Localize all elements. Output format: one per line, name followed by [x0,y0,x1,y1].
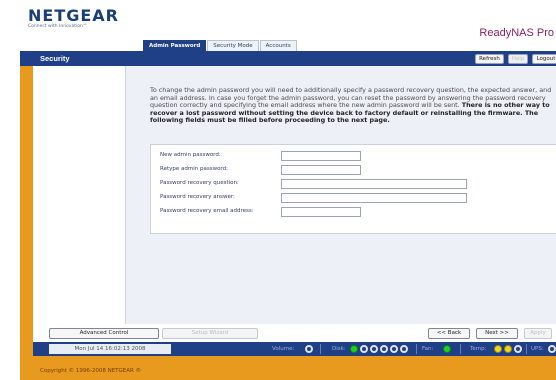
tab-admin-password[interactable]: Admin Password [143,40,207,51]
volume-status-icon[interactable] [305,345,313,353]
refresh-button[interactable]: Refresh [475,54,504,64]
disk2-status-icon[interactable] [360,345,368,353]
fan-status-icon[interactable] [443,345,451,353]
recovery-email-label: Password recovery email address: [160,208,254,214]
status-divider [320,344,321,354]
netgear-logo: NETGEAR [28,6,119,25]
back-button[interactable]: << Back [428,328,470,339]
recovery-answer-input[interactable] [281,193,467,203]
help-button[interactable]: Help [508,54,528,64]
new-password-label: New admin password: [160,152,221,158]
tab-security-mode[interactable]: Security Mode [207,40,259,51]
disk3-status-icon[interactable] [370,345,378,353]
ups-label: UPS: [531,346,544,352]
fan-label: Fan: [422,346,434,352]
status-divider [526,344,527,354]
tab-accounts[interactable]: Accounts [259,40,297,51]
temp3-status-icon[interactable] [514,345,522,353]
recovery-question-input[interactable] [281,179,467,189]
tab-bar: Admin Password Security Mode Accounts [143,40,298,51]
instructions-text: To change the admin password you will ne… [150,86,556,125]
ups-status-icon[interactable] [548,345,556,353]
status-divider [460,344,461,354]
sidebar [33,66,126,324]
setup-wizard-button[interactable]: Setup Wizard [162,328,258,339]
advanced-control-button[interactable]: Advanced Control [49,328,159,339]
retype-password-label: Retype admin password: [160,166,228,172]
temp2-status-icon[interactable] [504,345,512,353]
disk6-status-icon[interactable] [400,345,408,353]
recovery-answer-label: Password recovery answer: [160,194,235,200]
disk4-status-icon[interactable] [380,345,388,353]
product-name: ReadyNAS Pro [479,27,554,39]
temp1-status-icon[interactable] [494,345,502,353]
copyright-text: Copyright © 1996-2008 NETGEAR ® [40,368,142,374]
disk5-status-icon[interactable] [390,345,398,353]
logo-tagline: Connect with Innovation™ [28,24,88,29]
section-title: Security [40,54,70,63]
volume-label: Volume: [272,346,295,352]
logout-button[interactable]: Logout [532,54,556,64]
new-password-input[interactable] [281,151,361,161]
apply-button[interactable]: Apply [524,328,552,339]
disk-label: Disk: [332,346,346,352]
recovery-question-label: Password recovery question: [160,180,239,186]
disk1-status-icon[interactable] [350,345,358,353]
status-divider [416,344,417,354]
next-button[interactable]: Next >> [476,328,518,339]
retype-password-input[interactable] [281,165,361,175]
temp-label: Temp: [470,346,487,352]
recovery-email-input[interactable] [281,207,361,217]
datetime-display: Mon Jul 14 16:02:13 2008 [49,344,171,354]
